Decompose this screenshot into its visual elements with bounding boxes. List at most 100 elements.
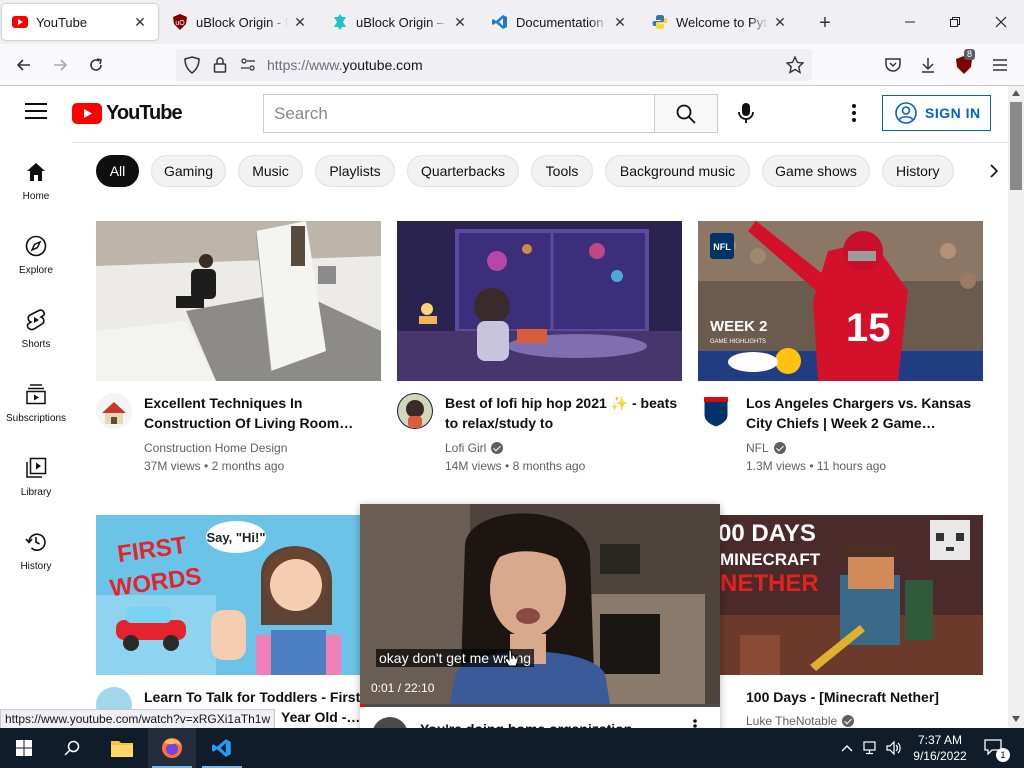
scroll-down-icon[interactable] [1012,716,1020,722]
close-tab-icon[interactable]: ✕ [612,14,628,30]
tab-documentation[interactable]: Documentation for ✕ [482,4,638,40]
scroll-up-icon[interactable] [1012,90,1020,96]
page-scrollbar[interactable] [1008,86,1024,728]
tab-youtube[interactable]: YouTube ✕ [2,4,158,40]
video-hover-preview[interactable]: okay don't get me wrong 0:01 / 22:10 You… [360,504,720,728]
video-menu-icon[interactable] [693,719,697,728]
video-thumbnail[interactable]: FIRST WORDS Say, "Hi!" [96,515,360,675]
video-thumbnail[interactable]: 00 DAYS MINECRAFT NETHER [720,515,983,675]
minimize-icon[interactable] [898,10,922,34]
video-title[interactable]: 100 Days - [Minecraft Nether] [746,687,986,707]
video-thumbnail[interactable] [96,221,381,381]
guide-menu-icon[interactable] [25,103,47,123]
new-tab-icon[interactable]: + [814,12,836,34]
url-text[interactable]: https://www.youtube.com [267,57,423,73]
chip-gaming[interactable]: Gaming [151,155,226,187]
close-tab-icon[interactable]: ✕ [292,14,308,30]
chip-quarterbacks[interactable]: Quarterbacks [407,155,519,187]
clock-date: 9/16/2022 [913,749,967,763]
download-icon[interactable] [916,53,940,77]
chip-all[interactable]: All [96,155,139,187]
pocket-icon[interactable] [881,53,905,77]
chip-history[interactable]: History [882,155,954,187]
back-arrow-icon[interactable] [12,53,36,77]
vscode-taskbar-icon[interactable] [198,728,246,768]
chips-next-button[interactable] [965,155,1005,187]
windows-taskbar: 7:37 AM 9/16/2022 1 [0,728,1024,768]
close-window-icon[interactable] [989,10,1013,34]
video-title[interactable]: Best of lofi hip hop 2021 ✨ - beats to r… [445,393,685,433]
rail-label: Subscriptions [5,413,67,424]
thumb-nfl-text: NFL [713,242,731,252]
close-tab-icon[interactable]: ✕ [132,14,148,30]
taskbar-clock[interactable]: 7:37 AM 9/16/2022 [912,732,968,764]
sign-in-button[interactable]: SIGN IN [882,95,991,131]
network-icon[interactable] [862,740,880,756]
channel-name-text: Luke TheNotable [746,714,838,728]
channel-avatar[interactable] [96,393,132,429]
youtube-logo[interactable]: YouTube [72,102,183,124]
tab-title: uBlock Origin - Free [196,14,288,30]
url-bar[interactable]: https://www.youtube.com [176,49,812,81]
rail-item-library[interactable]: Library [0,440,72,510]
channel-name[interactable]: NFL [746,441,786,455]
video-title[interactable]: Learn To Talk for Toddlers - First [144,687,384,707]
permissions-icon[interactable] [240,58,256,77]
video-thumbnail[interactable]: NFL 15 WEEK 2 GAME HIGHLIGHTS [698,221,983,381]
video-metadata: 1.3M views • 11 hours ago [746,459,887,473]
chip-music[interactable]: Music [238,155,303,187]
thumb-days-text: 00 DAYS [720,520,816,547]
rail-item-history[interactable]: History [0,514,72,584]
notification-count-badge: 1 [996,748,1010,762]
settings-more-icon[interactable] [842,100,866,126]
bookmark-star-icon[interactable] [785,55,805,79]
close-tab-icon[interactable]: ✕ [772,14,788,30]
voice-search-button[interactable] [729,96,763,130]
video-title-line2[interactable]: Year Old -… [281,707,361,727]
volume-icon[interactable] [885,740,903,756]
rail-item-subscriptions[interactable]: Subscriptions [0,366,72,436]
windows-start-icon[interactable] [0,728,48,768]
channel-avatar[interactable] [397,393,433,429]
search-button[interactable] [654,94,718,133]
chip-background-music[interactable]: Background music [605,155,750,187]
video-title[interactable]: You're doing home organization [420,719,660,728]
tray-overflow-chevron-icon[interactable] [838,740,856,756]
video-title[interactable]: Los Angeles Chargers vs. Kansas City Chi… [746,393,986,433]
channel-avatar[interactable] [698,393,734,429]
forward-arrow-icon[interactable] [48,53,72,77]
reload-icon[interactable] [84,53,108,77]
tab-ublock-free[interactable]: uO uBlock Origin - Free ✕ [162,4,318,40]
view-count: 14M views [445,459,502,473]
firefox-taskbar-icon[interactable] [148,728,196,768]
chip-tools[interactable]: Tools [531,155,593,187]
file-explorer-icon[interactable] [98,728,146,768]
chip-playlists[interactable]: Playlists [315,155,395,187]
tab-python[interactable]: Welcome to Python ✕ [642,4,798,40]
restore-icon[interactable] [943,10,967,34]
channel-avatar[interactable] [372,717,408,728]
lock-icon[interactable] [213,56,227,79]
channel-name[interactable]: Luke TheNotable [746,714,855,728]
video-thumbnail[interactable] [397,221,682,381]
youtube-favicon-icon [12,14,28,30]
scrollbar-thumb[interactable] [1010,102,1022,190]
video-title[interactable]: Excellent Techniques In Construction Of … [144,393,384,433]
channel-name-text: NFL [746,441,769,455]
close-tab-icon[interactable]: ✕ [452,14,468,30]
rail-item-shorts[interactable]: Shorts [0,292,72,362]
rail-item-home[interactable]: Home [0,144,72,214]
microphone-icon [738,103,754,123]
tab-ublock-get[interactable]: uBlock Origin – Get ✕ [322,4,478,40]
channel-name[interactable]: Construction Home Design [144,441,287,455]
rail-item-explore[interactable]: Explore [0,218,72,288]
search-input[interactable]: Search [263,94,655,133]
chip-game-shows[interactable]: Game shows [762,155,870,187]
channel-name[interactable]: Lofi Girl [445,441,504,455]
compass-icon [24,234,48,258]
taskbar-search-icon[interactable] [48,728,96,768]
tracking-shield-icon[interactable] [184,56,200,79]
youtube-play-logo-icon [72,102,102,124]
menu-hamburger-icon[interactable] [988,53,1012,77]
rail-label: Explore [19,265,53,276]
